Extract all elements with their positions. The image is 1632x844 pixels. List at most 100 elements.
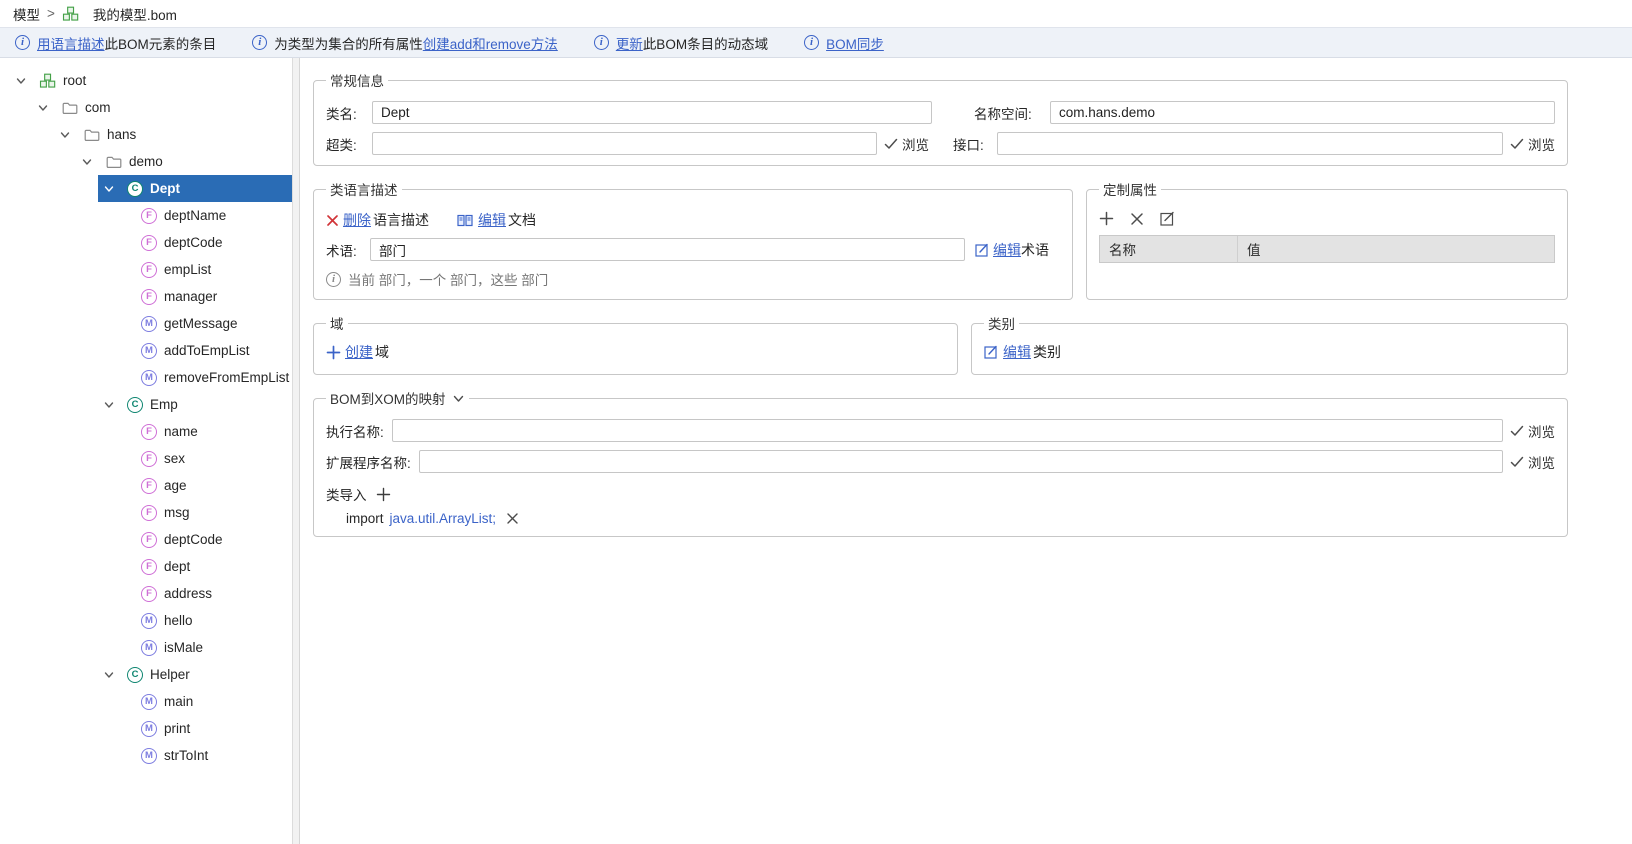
tree-item-msg[interactable]: Fmsg — [120, 499, 292, 526]
tree-item-Helper[interactable]: C Helper — [98, 661, 292, 688]
term-preview-text: 当前 部门，一个 部门，这些 部门 — [348, 273, 549, 288]
tree-item-label: address — [164, 586, 213, 601]
chevron-down-icon[interactable] — [103, 669, 127, 681]
chevron-down-icon[interactable] — [59, 129, 83, 141]
custom-properties-legend: 定制属性 — [1103, 183, 1157, 198]
tree-item-sex[interactable]: Fsex — [120, 445, 292, 472]
tree-item-empList[interactable]: FempList — [120, 256, 292, 283]
create-domain-link[interactable]: 创建 — [345, 342, 373, 362]
column-header-name[interactable]: 名称 — [1100, 236, 1238, 262]
remove-import-button[interactable] — [506, 512, 519, 525]
method-icon: M — [141, 342, 157, 359]
class-icon: C — [127, 180, 143, 197]
column-header-value[interactable]: 值 — [1238, 239, 1554, 259]
breadcrumb-model-link[interactable]: 模型 — [13, 4, 40, 24]
tree-item-Emp[interactable]: C Emp — [98, 391, 292, 418]
edit-categories-rest: 类别 — [1033, 344, 1061, 360]
tree-item-deptCode[interactable]: FdeptCode — [120, 526, 292, 553]
breadcrumb: 模型 > 我的模型.bom — [0, 0, 1632, 27]
field-icon: F — [141, 423, 157, 440]
edit-categories-link[interactable]: 编辑 — [1003, 342, 1031, 362]
executor-name-input[interactable] — [418, 450, 1503, 473]
tree-item-label: msg — [164, 505, 190, 520]
tree-item-manager[interactable]: Fmanager — [120, 283, 292, 310]
check-icon — [1510, 138, 1524, 150]
tree-item-label: addToEmpList — [164, 343, 250, 358]
tree-item-print[interactable]: Mprint — [120, 715, 292, 742]
tree-item-root[interactable]: root — [10, 67, 292, 94]
tree-item-hans[interactable]: hans — [54, 121, 292, 148]
tree-item-Dept[interactable]: C Dept — [98, 175, 292, 202]
verbalization-section: 类语言描述 删除 语言描述 编辑 文档 术语: 部门 编辑 术语 i 当前 部门… — [313, 179, 1073, 300]
breadcrumb-separator: > — [47, 6, 55, 21]
tree-item-label: Helper — [150, 667, 190, 682]
infobar-action-link[interactable]: 用语言描述 — [37, 37, 105, 52]
panel-splitter[interactable] — [292, 58, 300, 844]
edit-term-icon — [975, 243, 989, 257]
bom-model-icon — [62, 5, 79, 22]
chevron-down-icon[interactable] — [15, 75, 39, 87]
tree-item-deptName[interactable]: FdeptName — [120, 202, 292, 229]
tree-item-com[interactable]: com — [32, 94, 292, 121]
superclass-label: 超类: — [326, 137, 357, 153]
import-class-link[interactable]: java.util.ArrayList; — [390, 511, 497, 526]
check-icon — [1510, 425, 1524, 437]
tree-item-getMessage[interactable]: MgetMessage — [120, 310, 292, 337]
chevron-down-icon[interactable] — [103, 183, 127, 195]
tree-item-label: strToInt — [164, 748, 209, 763]
tree-item-strToInt[interactable]: MstrToInt — [120, 742, 292, 769]
add-import-button[interactable] — [376, 487, 391, 502]
tree-item-label: Emp — [150, 397, 178, 412]
infobar-plain-text: 为类型为集合的所有属性 — [274, 36, 423, 52]
tree-item-age[interactable]: Fage — [120, 472, 292, 499]
import-keyword: import — [346, 511, 384, 526]
infobar-action-link[interactable]: BOM同步 — [826, 37, 884, 52]
tree-item-demo[interactable]: demo — [76, 148, 292, 175]
chevron-down-icon[interactable] — [37, 102, 61, 114]
tree-item-dept[interactable]: Fdept — [120, 553, 292, 580]
folder-icon — [61, 99, 78, 116]
edit-documentation-link[interactable]: 编辑 — [478, 210, 506, 230]
info-icon: i — [593, 35, 609, 50]
tree-item-label: age — [164, 478, 187, 493]
executor-name-browse-button[interactable]: 浏览 — [1510, 452, 1555, 472]
tree-item-hello[interactable]: Mhello — [120, 607, 292, 634]
chevron-down-icon[interactable] — [81, 156, 105, 168]
execution-name-browse-button[interactable]: 浏览 — [1510, 421, 1555, 441]
info-icon: i — [252, 35, 268, 50]
edit-property-button[interactable] — [1160, 211, 1175, 226]
tree-item-addToEmpList[interactable]: MaddToEmpList — [120, 337, 292, 364]
tree-item-label: demo — [129, 154, 163, 169]
term-input[interactable] — [370, 238, 965, 261]
namespace-input[interactable] — [1050, 101, 1555, 124]
quickfix-info-bar: i 用语言描述此BOM元素的条目 i 为类型为集合的所有属性创建add和remove方… — [0, 27, 1632, 58]
infobar-action-link[interactable]: 创建add和remove方法 — [423, 37, 558, 52]
remove-property-button[interactable] — [1130, 212, 1144, 226]
delete-verbalization-link[interactable]: 删除 — [343, 210, 371, 230]
method-icon: M — [141, 693, 157, 710]
domains-legend: 域 — [330, 317, 344, 332]
infobar-item-0: i 用语言描述此BOM元素的条目 — [15, 33, 216, 53]
chevron-down-icon[interactable] — [103, 399, 127, 411]
tree-item-main[interactable]: Mmain — [120, 688, 292, 715]
infobar-action-link[interactable]: 更新 — [616, 37, 643, 52]
method-icon: M — [141, 369, 157, 386]
class-name-input[interactable] — [372, 101, 932, 124]
field-icon: F — [141, 234, 157, 251]
interface-input[interactable] — [997, 132, 1503, 155]
tree-item-isMale[interactable]: MisMale — [120, 634, 292, 661]
tree-item-name[interactable]: Fname — [120, 418, 292, 445]
interface-browse-button[interactable]: 浏览 — [1510, 134, 1555, 154]
tree-item-label: empList — [164, 262, 212, 277]
class-name-label: 类名: — [326, 106, 357, 122]
class-icon: C — [127, 666, 143, 683]
tree-item-deptCode[interactable]: FdeptCode — [120, 229, 292, 256]
superclass-browse-button[interactable]: 浏览 — [884, 134, 929, 154]
tree-item-address[interactable]: Faddress — [120, 580, 292, 607]
collapse-chevron-icon[interactable] — [452, 392, 465, 405]
tree-item-removeFromEmpList[interactable]: MremoveFromEmpList — [120, 364, 292, 391]
add-property-button[interactable] — [1099, 211, 1114, 226]
edit-term-link[interactable]: 编辑 — [993, 240, 1021, 260]
execution-name-input[interactable] — [391, 419, 1503, 442]
superclass-input[interactable] — [372, 132, 877, 155]
